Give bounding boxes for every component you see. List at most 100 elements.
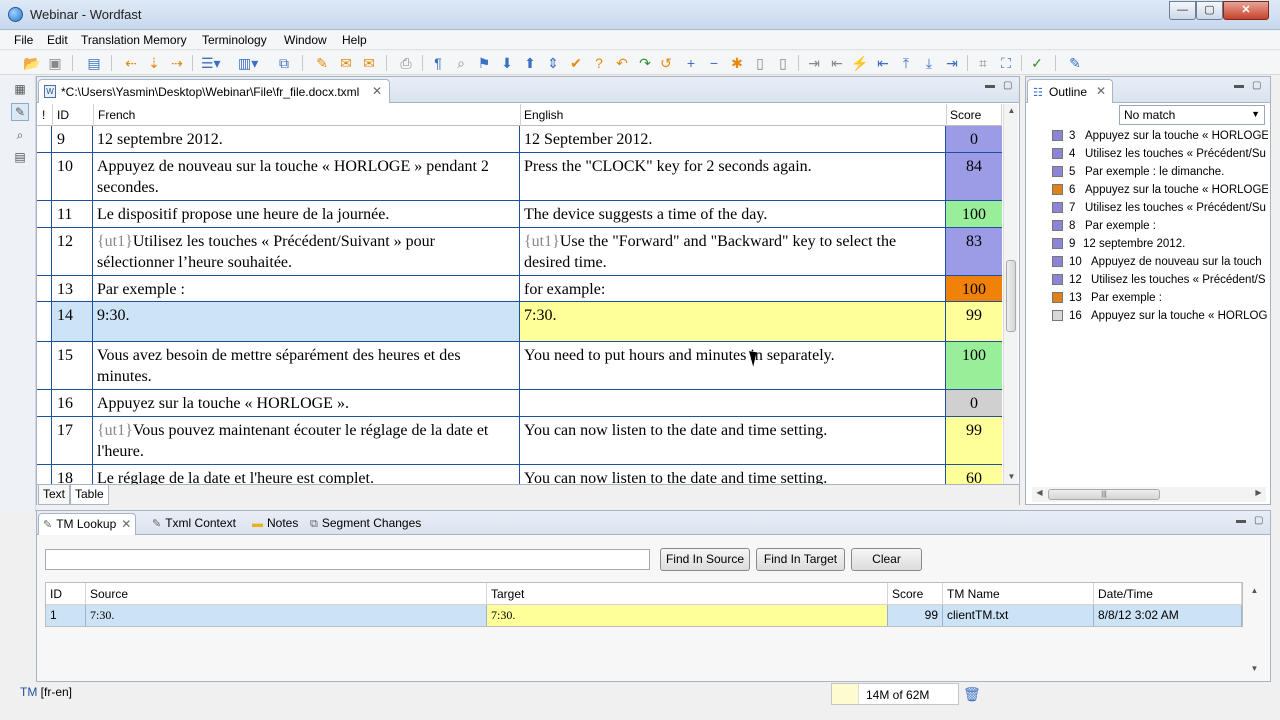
skip-back-icon[interactable]: ⇤ [874, 55, 892, 71]
col-id-header[interactable]: ID [57, 108, 69, 122]
scroll-up-icon[interactable]: ▲ [1247, 586, 1262, 595]
outline-item[interactable]: 3 Appuyez sur la touche « HORLOGE [1052, 127, 1268, 145]
scroll-up-icon[interactable]: ▲ [1004, 106, 1019, 115]
result-score[interactable]: 99 [888, 605, 943, 626]
outline-item[interactable]: 10 Appuyez de nouveau sur la touch [1052, 253, 1268, 271]
list-icon[interactable]: ☰▾ [201, 55, 221, 71]
source-cell[interactable]: 9:30. [93, 302, 520, 341]
outline-item[interactable]: 5 Par exemple : le dimanche. [1052, 163, 1268, 181]
col-mark-header[interactable]: ! [42, 108, 45, 122]
target-cell[interactable] [520, 390, 946, 416]
save-icon[interactable]: ▣ [46, 55, 64, 71]
highlight-icon[interactable]: ✎ [313, 55, 331, 71]
scroll-thumb[interactable] [1006, 260, 1016, 332]
tab-text[interactable]: Text [38, 485, 71, 505]
scroll-down-icon[interactable]: ▼ [1247, 664, 1262, 673]
minimize-outline-icon[interactable]: ▬ [1234, 80, 1244, 91]
minimize-lower-icon[interactable]: ▬ [1236, 515, 1246, 526]
segment-row[interactable]: 15 Vous avez besoin de mettre séparément… [37, 342, 1002, 390]
arrow-up-icon[interactable]: ⬆ [521, 55, 539, 71]
next-icon[interactable]: ⇢ [168, 55, 186, 71]
scroll-down-icon[interactable]: ▼ [1004, 472, 1019, 481]
target-cell[interactable]: Press the "CLOCK" key for 2 seconds agai… [520, 153, 946, 200]
col-score-header[interactable]: Score [888, 583, 943, 605]
target-cell[interactable]: for example: [520, 276, 946, 301]
doc2-icon[interactable]: ▯ [774, 55, 792, 71]
refresh-icon[interactable]: ↺ [657, 55, 675, 71]
col-source-header[interactable]: Source [86, 583, 487, 605]
menu-file[interactable]: File [14, 33, 33, 47]
outline-item[interactable]: 4 Utilisez les touches « Précédent/Su [1052, 145, 1268, 163]
results-vertical-scrollbar[interactable]: ▲ ▼ [1247, 582, 1261, 677]
menu-translation-memory[interactable]: Translation Memory [81, 33, 187, 47]
outline-horizontal-scrollbar[interactable]: ◀ ||| ▶ [1032, 487, 1266, 502]
col-tm-name-header[interactable]: TM Name [943, 583, 1094, 605]
menu-window[interactable]: Window [284, 33, 327, 47]
tm-search-input[interactable] [45, 549, 650, 570]
view-icon[interactable]: ▥▾ [238, 55, 258, 71]
arrow-down-icon[interactable]: ⬇ [498, 55, 516, 71]
close-button[interactable]: ✕ [1223, 1, 1269, 20]
target-cell[interactable]: {ut1}Use the "Forward" and "Backward" ke… [520, 228, 946, 275]
outdent-icon[interactable]: ⇤ [828, 55, 846, 71]
top-icon[interactable]: ⤒ [897, 55, 915, 71]
prev-icon[interactable]: ⇠ [122, 55, 140, 71]
target-cell[interactable]: 12 September 2012. [520, 126, 946, 152]
fit-icon[interactable]: ⛶ [997, 55, 1015, 71]
tab-tm-lookup[interactable]: ✎ TM Lookup ✕ [38, 513, 137, 535]
perspective-icon[interactable]: ▦ [11, 80, 29, 98]
target-cell[interactable]: You can now listen to the date and time … [520, 417, 946, 464]
maximize-outline-icon[interactable]: ▢ [1252, 80, 1261, 91]
outline-item[interactable]: 7 Utilisez les touches « Précédent/Su [1052, 199, 1268, 217]
plus-icon[interactable]: + [682, 55, 700, 71]
menu-edit[interactable]: Edit [47, 33, 68, 47]
maximize-lower-icon[interactable]: ▢ [1254, 515, 1263, 526]
asterisk-icon[interactable]: ✱ [728, 55, 746, 71]
source-cell[interactable]: Vous avez besoin de mettre séparément de… [93, 342, 520, 389]
comment-icon[interactable]: ✉ [360, 55, 378, 71]
segment-row[interactable]: 10 Appuyez de nouveau sur la touche « HO… [37, 153, 1002, 201]
minimize-button[interactable]: — [1169, 1, 1196, 20]
down-icon[interactable]: ⇣ [145, 55, 163, 71]
segment-row[interactable]: 11 Le dispositif propose une heure de la… [37, 201, 1002, 228]
edit-icon[interactable]: ✎ [1066, 55, 1084, 71]
source-cell[interactable]: Le dispositif propose une heure de la jo… [93, 201, 520, 227]
redo-icon[interactable]: ↷ [636, 55, 654, 71]
find-in-source-button[interactable]: Find In Source [660, 548, 750, 571]
spell-icon[interactable]: ✓ [1028, 55, 1046, 71]
copy-icon[interactable]: ⧉ [275, 55, 293, 71]
segment-row[interactable]: 12 {ut1}Utilisez les touches « Précédent… [37, 228, 1002, 276]
segment-row-active[interactable]: 14 9:30. 7:30. 99 [37, 302, 1002, 342]
editor-vertical-scrollbar[interactable]: ▲ ▼ [1003, 104, 1018, 484]
maximize-button[interactable]: ▢ [1196, 1, 1223, 20]
scroll-left-icon[interactable]: ◀ [1032, 488, 1047, 497]
doc-icon[interactable]: ▯ [751, 55, 769, 71]
updown-icon[interactable]: ⇕ [544, 55, 562, 71]
col-date-header[interactable]: Date/Time [1094, 583, 1242, 605]
bookmark-icon[interactable]: ⚑ [475, 55, 493, 71]
outline-tab[interactable]: ☷ Outline ✕ [1027, 79, 1113, 103]
result-target[interactable]: 7:30. [487, 605, 888, 626]
find-in-target-button[interactable]: Find In Target [756, 548, 845, 571]
tab-segment-changes[interactable]: ⧉ Segment Changes [306, 513, 425, 535]
outline-item[interactable]: 8 Par exemple : [1052, 217, 1268, 235]
lightning-icon[interactable]: ⚡ [851, 55, 869, 71]
scroll-right-icon[interactable]: ▶ [1251, 488, 1266, 497]
editor-file-tab[interactable]: W *C:\Users\Yasmin\Desktop\Webinar\File\… [38, 79, 390, 103]
search-view-icon[interactable]: ⌕ [11, 126, 29, 144]
source-cell[interactable]: {ut1}Vous pouvez maintenant écouter le r… [93, 417, 520, 464]
outline-item[interactable]: 6 Appuyez sur la touche « HORLOGE [1052, 181, 1268, 199]
print-icon[interactable]: ⎙ [397, 55, 415, 71]
close-outline-icon[interactable]: ✕ [1096, 84, 1106, 98]
menu-help[interactable]: Help [342, 33, 367, 47]
segment-row[interactable]: 18 Le réglage de la date et l'heure est … [37, 465, 1002, 484]
garbage-collect-icon[interactable]: 🗑 [963, 686, 981, 703]
minus-icon[interactable]: − [705, 55, 723, 71]
outline-item[interactable]: 9 12 septembre 2012. [1052, 235, 1268, 253]
segment-row[interactable]: 16 Appuyez sur la touche « HORLOGE ». 0 [37, 390, 1002, 417]
source-cell[interactable]: Par exemple : [93, 276, 520, 301]
outline-item[interactable]: 13 Par exemple : [1052, 289, 1268, 307]
mark-icon[interactable]: ✉ [337, 55, 355, 71]
col-target-header[interactable]: Target [487, 583, 888, 605]
segment-row[interactable]: 9 12 septembre 2012. 12 September 2012. … [37, 126, 1002, 153]
